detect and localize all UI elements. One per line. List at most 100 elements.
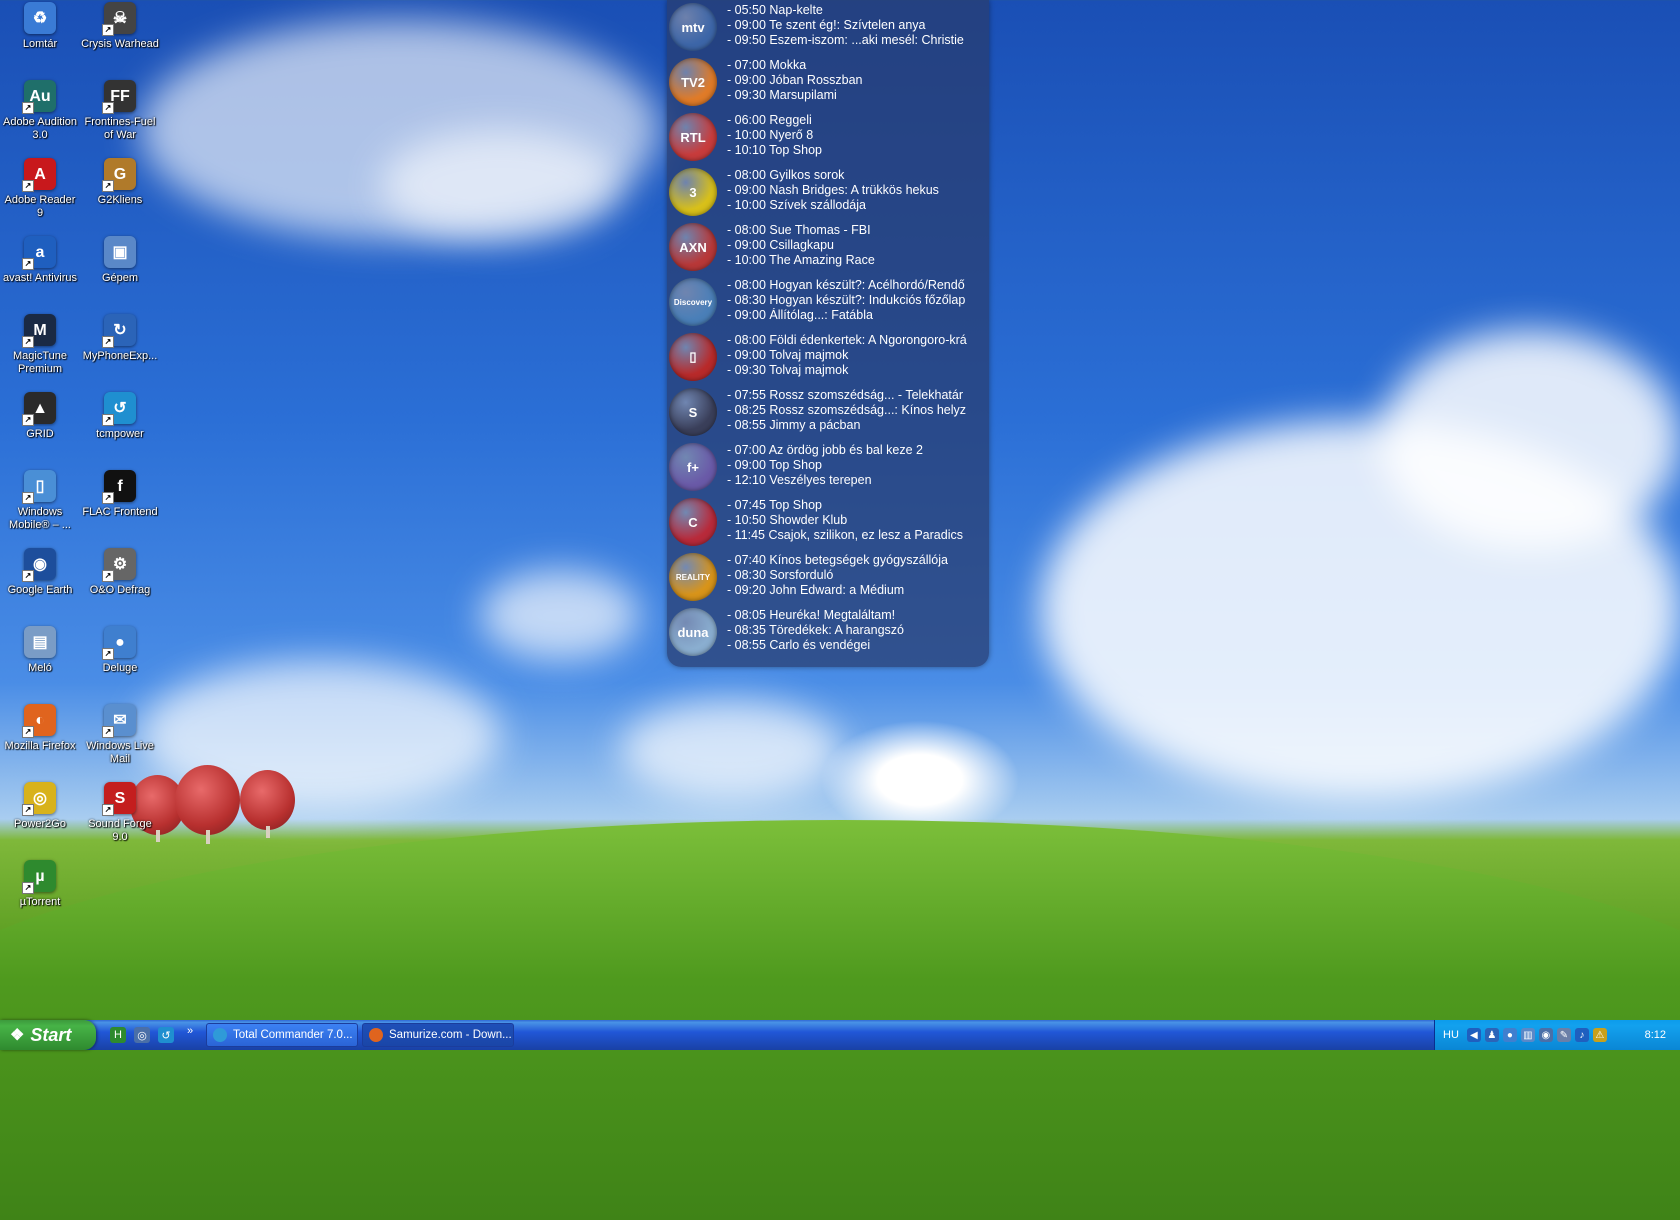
program-entry[interactable]: - 09:00 Jóban Rosszban [727, 73, 987, 88]
program-entry[interactable]: - 08:00 Földi édenkertek: A Ngorongoro-k… [727, 333, 987, 348]
desktop-icon[interactable]: ▯Windows Mobile® – ... [0, 468, 80, 532]
desktop-icon-label: Frontines-Fuel of War [84, 116, 156, 141]
program-entry[interactable]: - 10:00 Nyerő 8 [727, 128, 987, 143]
program-entry[interactable]: - 10:00 Szívek szállodája [727, 198, 987, 213]
program-entry[interactable]: - 12:10 Veszélyes terepen [727, 473, 987, 488]
program-entry[interactable]: - 09:00 Csillagkapu [727, 238, 987, 253]
program-entry[interactable]: - 09:00 Te szent ég!: Szívtelen anya [727, 18, 987, 33]
quicklaunch-refresh-icon[interactable]: ↺ [158, 1027, 174, 1043]
quicklaunch-overflow-icon[interactable]: » [182, 1023, 198, 1039]
desktop-icon[interactable]: SSound Forge 9.0 [80, 780, 160, 844]
program-entry[interactable]: - 07:40 Kínos betegségek gyógyszállója [727, 553, 987, 568]
program-entry[interactable]: - 08:00 Gyilkos sorok [727, 168, 987, 183]
program-entry[interactable]: - 07:00 Mokka [727, 58, 987, 73]
program-entry[interactable]: - 07:00 Az ördög jobb és bal keze 2 [727, 443, 987, 458]
program-entry[interactable]: - 07:55 Rossz szomszédság... - Telekhatá… [727, 388, 987, 403]
program-entry[interactable]: - 08:30 Sorsforduló [727, 568, 987, 583]
desktop-icon[interactable]: ▣ Gépem [80, 234, 160, 285]
program-entry[interactable]: - 09:50 Eszem-iszom: ...aki mesél: Chris… [727, 33, 987, 48]
program-entry[interactable]: - 09:30 Tolvaj majmok [727, 363, 987, 378]
tray-deluge-icon[interactable]: ● [1502, 1028, 1517, 1042]
program-entry[interactable]: - 09:00 Tolvaj majmok [727, 348, 987, 363]
desktop-icon-label: tcmpower [96, 428, 144, 440]
sound-forge-icon: S [102, 782, 136, 816]
desktop-icon[interactable]: G G2Kliens [80, 156, 160, 207]
desktop-icon[interactable]: f FLAC Frontend [80, 468, 160, 519]
tray-network-icon[interactable]: ♟ [1484, 1028, 1499, 1042]
desktop-icon-label: O&O Defrag [89, 584, 151, 596]
tray-volume-icon[interactable]: ♪ [1574, 1028, 1589, 1042]
desktop-icon[interactable]: ◉ Google Earth [0, 546, 80, 597]
desktop-icon[interactable]: ⚙ O&O Defrag [80, 546, 160, 597]
program-entry[interactable]: - 08:55 Jimmy a pácban [727, 418, 987, 433]
viasat3-logo-icon[interactable]: 3 [669, 168, 717, 216]
program-entry[interactable]: - 08:05 Heuréka! Megtaláltam! [727, 608, 987, 623]
taskbar-button[interactable]: Total Commander 7.0... [206, 1023, 358, 1047]
flac-frontend-icon: f [102, 470, 136, 504]
desktop-icon[interactable]: ↺ tcmpower [80, 390, 160, 441]
cool-tv-logo-icon[interactable]: C [669, 498, 717, 546]
program-entry[interactable]: - 10:50 Showder Klub [727, 513, 987, 528]
desktop-icon[interactable]: AuAdobe Audition 3.0 [0, 78, 80, 142]
program-entry[interactable]: - 05:50 Nap-kelte [727, 3, 987, 18]
program-entry[interactable]: - 10:00 The Amazing Race [727, 253, 987, 268]
tray-display-icon[interactable]: ▥ [1520, 1028, 1535, 1042]
program-entry[interactable]: - 08:00 Hogyan készült?: Acélhordó/Rendő [727, 278, 987, 293]
desktop-icon[interactable]: MMagicTune Premium [0, 312, 80, 376]
google-earth-icon: ◉ [22, 548, 56, 582]
program-entry[interactable]: - 07:45 Top Shop [727, 498, 987, 513]
clock[interactable]: 8:12 [1645, 1029, 1666, 1041]
program-entry[interactable]: - 08:00 Sue Thomas - FBI [727, 223, 987, 238]
tray-warning-icon[interactable]: ⚠ [1592, 1028, 1607, 1042]
desktop-icon[interactable]: FFFrontines-Fuel of War [80, 78, 160, 142]
tv2-logo-icon[interactable]: TV2 [669, 58, 717, 106]
desktop-icon[interactable]: ◐ Mozilla Firefox [0, 702, 80, 753]
taskbar-button[interactable]: Samurize.com - Down... [362, 1023, 514, 1047]
program-entry[interactable]: - 08:55 Carlo és vendégei [727, 638, 987, 653]
duna-tv-logo-icon[interactable]: duna [669, 608, 717, 656]
desktop-icon[interactable]: ↻ MyPhoneExp... [80, 312, 160, 363]
program-entry[interactable]: - 09:00 Nash Bridges: A trükkös hekus [727, 183, 987, 198]
desktop-icon[interactable]: AAdobe Reader 9 [0, 156, 80, 220]
program-entry[interactable]: - 08:25 Rossz szomszédság...: Kínos hely… [727, 403, 987, 418]
program-list: - 08:05 Heuréka! Megtaláltam! - 08:35 Tör… [727, 608, 987, 653]
desktop-icon[interactable]: µ µTorrent [0, 858, 80, 909]
desktop-icon[interactable]: ▲ GRID [0, 390, 80, 441]
desktop-icon[interactable]: ◎ Power2Go [0, 780, 80, 831]
program-entry[interactable]: - 09:20 John Edward: a Médium [727, 583, 987, 598]
program-entry[interactable]: - 10:10 Top Shop [727, 143, 987, 158]
reality-tv-logo-icon[interactable]: REALITY [669, 553, 717, 601]
national-geographic-logo-icon[interactable]: ▯ [669, 333, 717, 381]
desktop-icon[interactable]: a avast! Antivirus [0, 234, 80, 285]
language-indicator[interactable]: HU [1443, 1029, 1459, 1041]
quicklaunch-app-icon[interactable]: H [110, 1027, 126, 1043]
program-entry[interactable]: - 09:00 Top Shop [727, 458, 987, 473]
film-plus-logo-icon[interactable]: f+ [669, 443, 717, 491]
quicklaunch-browser-icon[interactable]: ◎ [134, 1027, 150, 1043]
desktop-icon[interactable]: ▤ Meló [0, 624, 80, 675]
rtl-logo-icon[interactable]: RTL [669, 113, 717, 161]
start-button[interactable]: ❖ Start [0, 1020, 96, 1050]
discovery-logo-icon[interactable]: Discovery [669, 278, 717, 326]
desktop-icon-label: GRID [26, 428, 54, 440]
program-entry[interactable]: - 08:35 Töredékek: A harangszó [727, 623, 987, 638]
desktop-icon[interactable]: ♻ Lomtár [0, 0, 80, 51]
program-list: - 06:00 Reggeli - 10:00 Nyerő 8- 10:10 To… [727, 113, 987, 158]
desktop-icon[interactable]: ☠ Crysis Warhead [80, 0, 160, 51]
windows-mobile-icon: ▯ [22, 470, 56, 504]
axn-logo-icon[interactable]: AXN [669, 223, 717, 271]
tray-arrow-icon[interactable]: ◀ [1466, 1028, 1481, 1042]
program-entry[interactable]: - 08:30 Hogyan készült?: Indukciós főzől… [727, 293, 987, 308]
program-entry[interactable]: - 11:45 Csajok, szilikon, ez lesz a Para… [727, 528, 987, 543]
program-entry[interactable]: - 09:00 Állítólag...: Fatábla [727, 308, 987, 323]
tray-app-icon[interactable]: ◉ [1538, 1028, 1553, 1042]
program-entry[interactable]: - 09:30 Marsupilami [727, 88, 987, 103]
tray-notes-icon[interactable]: ✎ [1556, 1028, 1571, 1042]
avast-icon: a [22, 236, 56, 270]
mtv-logo-icon[interactable]: mtv [669, 3, 717, 51]
desktop-icon[interactable]: ● Deluge [80, 624, 160, 675]
program-entry[interactable]: - 06:00 Reggeli [727, 113, 987, 128]
desktop-icon-label: Google Earth [7, 584, 73, 596]
desktop-icon[interactable]: ✉Windows Live Mail [80, 702, 160, 766]
spektrum-logo-icon[interactable]: S [669, 388, 717, 436]
